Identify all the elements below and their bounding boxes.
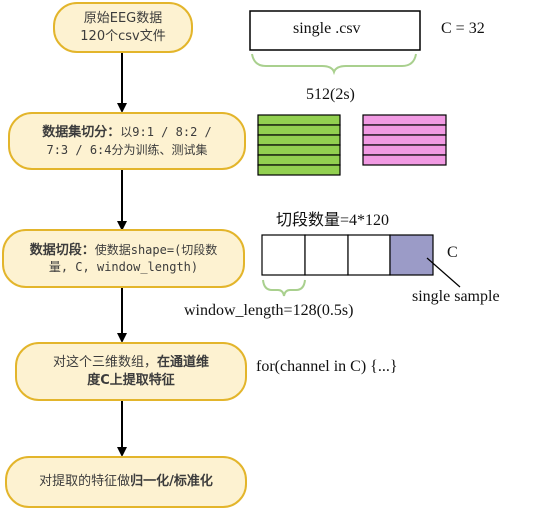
step-extract-bold-a: 在通道维 bbox=[157, 354, 210, 370]
window-brace bbox=[262, 279, 306, 297]
segments-label: 切段数量=4*120 bbox=[276, 212, 390, 229]
step-feature-extract: 对这个三维数组，在通道维 度C上提取特征 bbox=[15, 342, 247, 401]
step-split-text-b: 7:3 / 6:4分为训练、测试集 bbox=[46, 142, 208, 157]
csv-brace bbox=[251, 53, 417, 76]
step-split-title: 数据集切分： bbox=[42, 125, 121, 141]
step-normalize-bold-a: 归一化/标准化 bbox=[130, 474, 213, 490]
step-segment-text-a: 使数据shape=(切段数 bbox=[94, 242, 218, 257]
train-stack bbox=[257, 114, 341, 176]
step-normalize-text-a: 对提取的特征做 bbox=[39, 474, 131, 490]
step-dataset-split: 数据集切分：以9:1 / 8:2 / 7:3 / 6:4分为训练、测试集 bbox=[8, 112, 246, 170]
single-sample-box bbox=[389, 234, 434, 276]
length-label: 512(2s) bbox=[306, 86, 355, 103]
segments-row bbox=[261, 234, 434, 276]
channel-count-label: C = 32 bbox=[441, 20, 485, 37]
step-raw-eeg-line1: 原始EEG数据 bbox=[83, 10, 163, 26]
step-raw-eeg: 原始EEG数据 120个csv文件 bbox=[53, 2, 193, 53]
step-data-segment: 数据切段：使数据shape=(切段数 量, C, window_length) bbox=[2, 229, 245, 288]
step-raw-eeg-line2: 120个csv文件 bbox=[80, 28, 166, 44]
step-split-text-a: 以9:1 / 8:2 / bbox=[120, 125, 212, 140]
window-length-label: window_length=128(0.5s) bbox=[184, 302, 354, 319]
channel-c-label: C bbox=[447, 244, 458, 261]
csv-label: single .csv bbox=[293, 20, 361, 37]
step-segment-title: 数据切段： bbox=[29, 242, 95, 258]
step-segment-text-b: 量, C, window_length) bbox=[48, 260, 199, 275]
step-extract-bold-b: 度C上提取特征 bbox=[87, 372, 175, 388]
test-stack bbox=[362, 114, 447, 166]
step-normalize: 对提取的特征做归一化/标准化 bbox=[5, 456, 247, 508]
for-loop-label: for(channel in C) {...} bbox=[256, 358, 398, 375]
single-sample-label: single sample bbox=[412, 288, 500, 305]
step-extract-text-a: 对这个三维数组， bbox=[52, 354, 157, 370]
